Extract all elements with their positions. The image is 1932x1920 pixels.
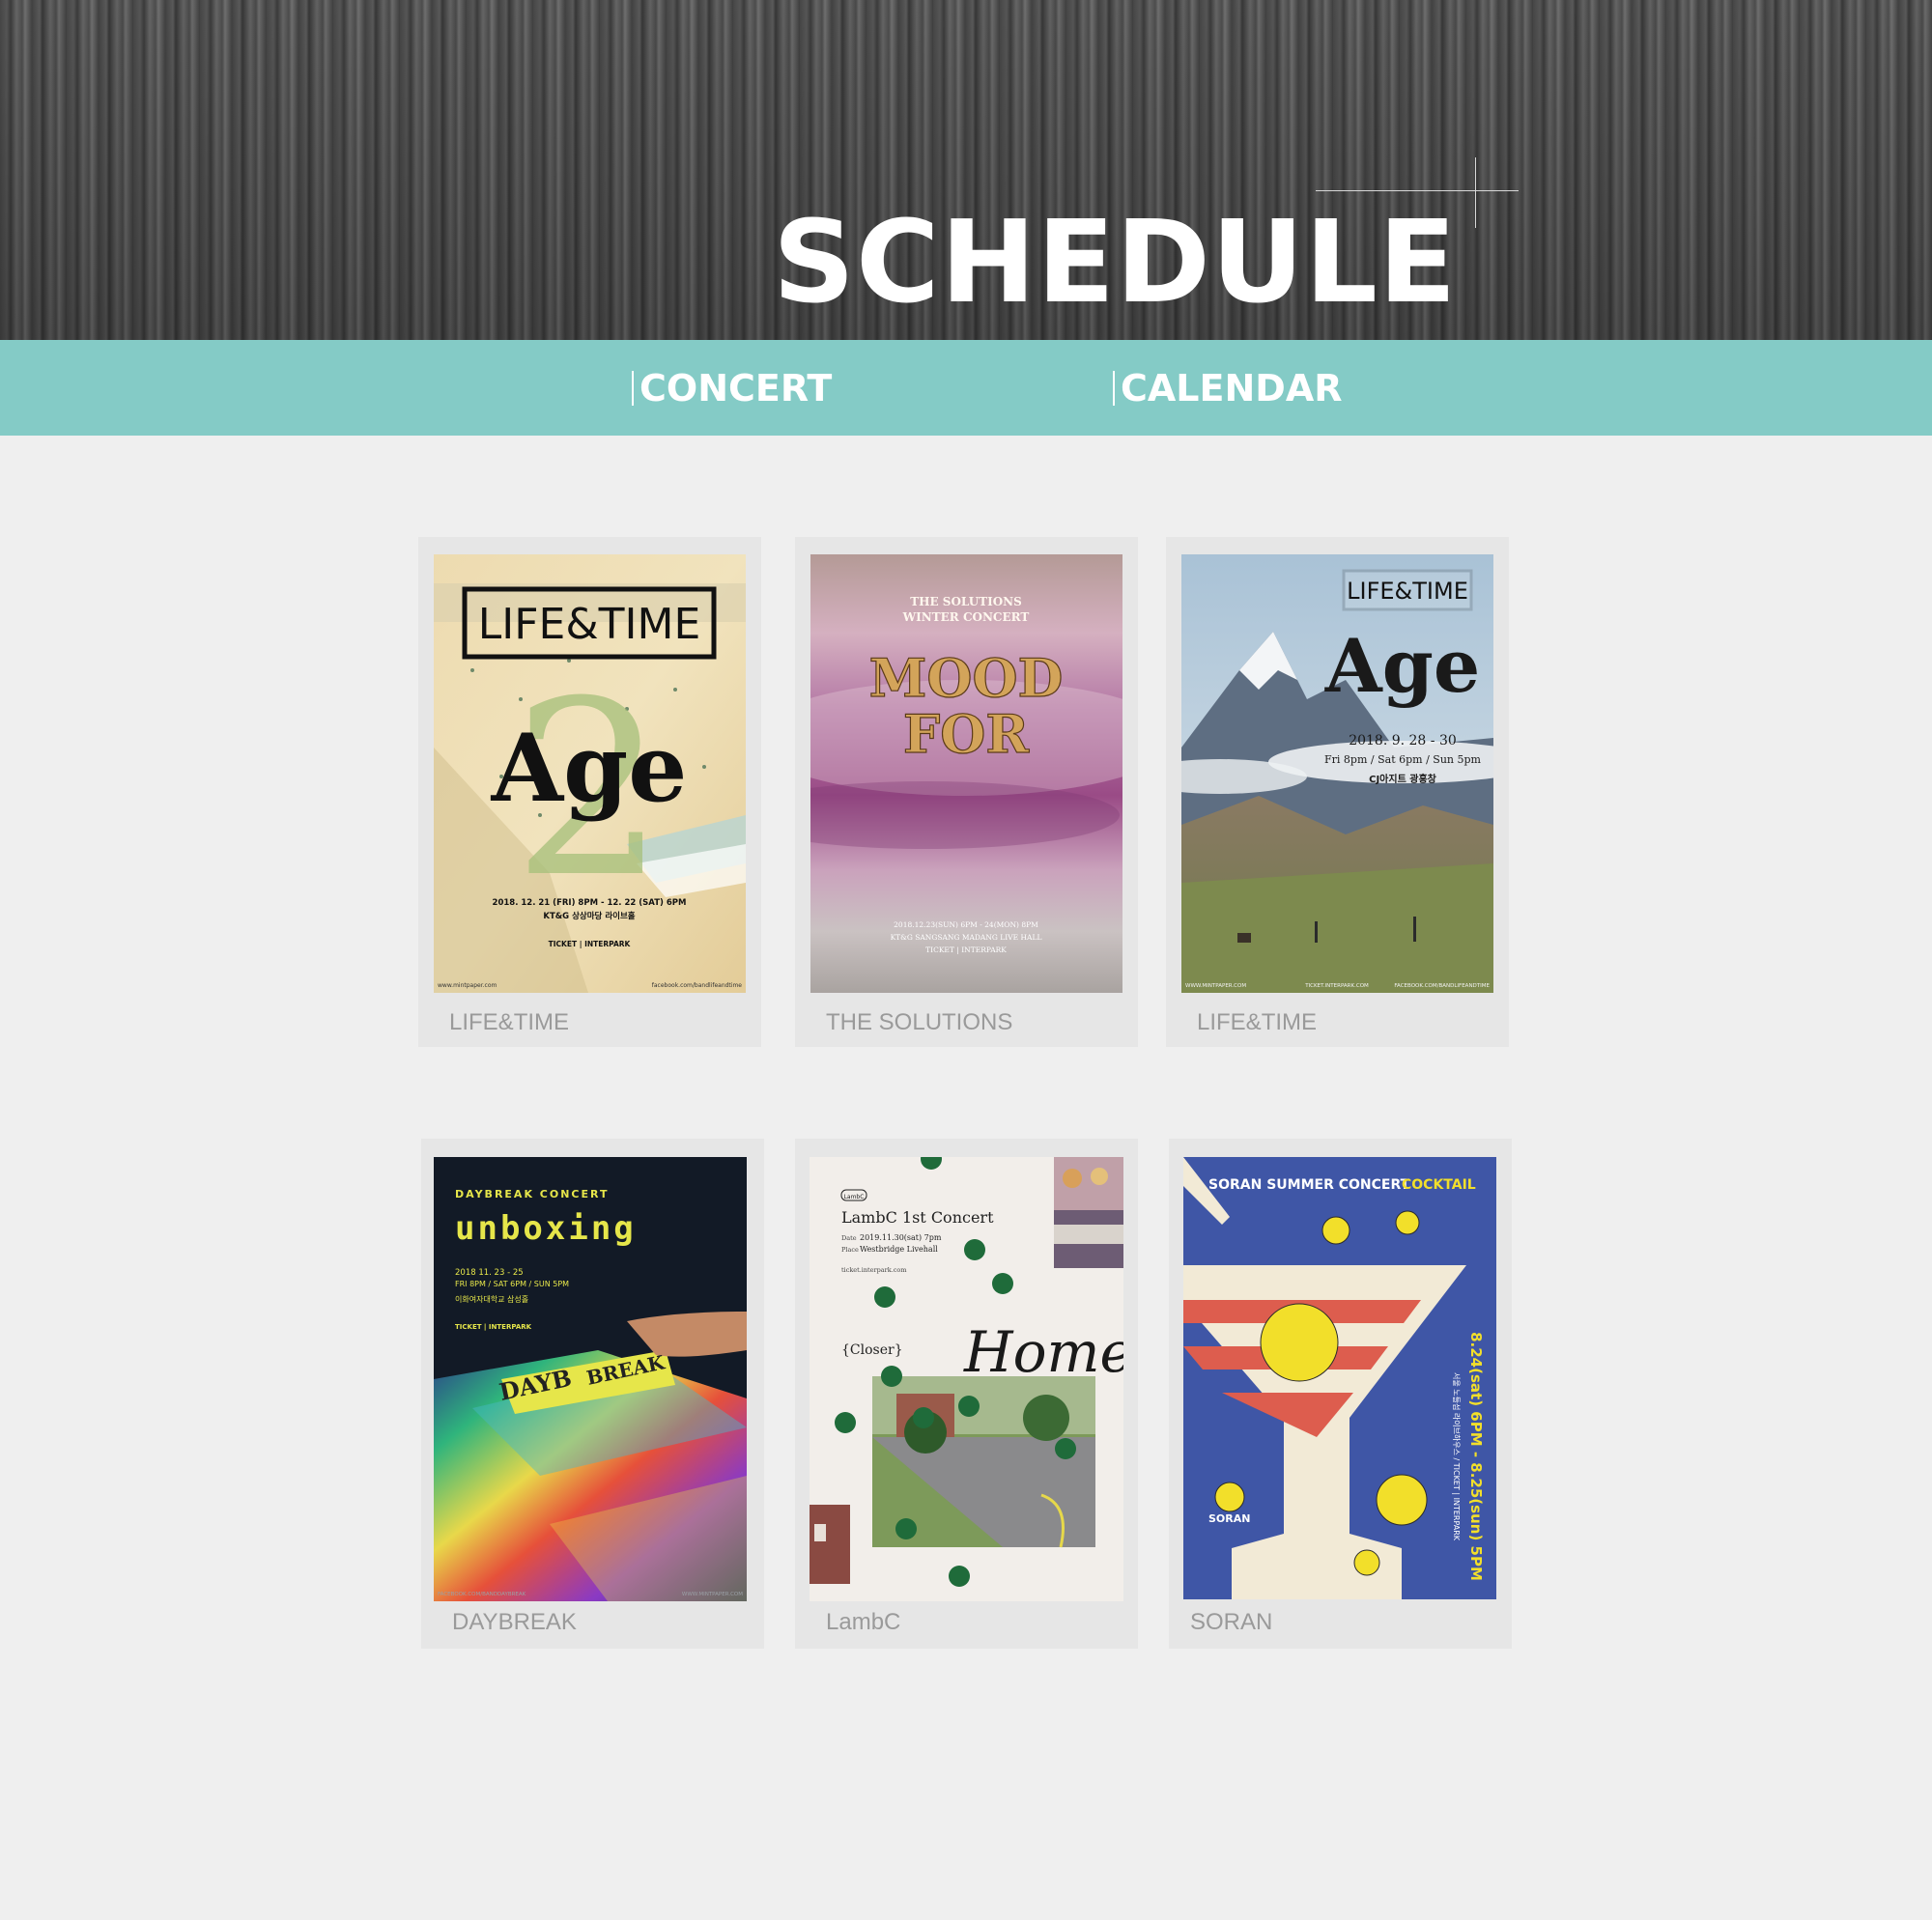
poster-footer-right: FACEBOOK.COM/BANDLIFEANDTIME <box>1394 983 1490 989</box>
poster-date: 2018 11. 23 - 25 <box>455 1268 524 1278</box>
concert-card-label: LambC <box>826 1609 901 1635</box>
poster-headline: FOR <box>903 703 1030 765</box>
poster-subtitle: THE SOLUTIONS <box>910 595 1022 608</box>
poster-badge: LambC <box>844 1194 865 1200</box>
poster-footer-right: WWW.MINTPAPER.COM <box>682 1592 743 1597</box>
poster-place-label: Place <box>841 1246 859 1254</box>
concert-card-lifetime-1[interactable]: 2 LIFE&TIME Age 2018. 12. 21 (FRI) 8PM -… <box>418 537 761 1047</box>
concert-card-label: LIFE&TIME <box>449 1009 570 1035</box>
decorative-line-vertical <box>1475 157 1476 228</box>
poster-venue: CJ아지트 광흥창 <box>1369 773 1437 785</box>
poster-place: Westbridge Livehall <box>860 1245 938 1254</box>
poster-url: ticket.interpark.com <box>841 1266 907 1274</box>
poster-subtitle: WINTER CONCERT <box>902 610 1030 624</box>
poster-ticket: TICKET | INTERPARK <box>925 946 1007 954</box>
poster-headline: MOOD <box>869 647 1064 709</box>
poster-ticket: TICKET | INTERPARK <box>455 1323 532 1332</box>
poster-headline: SORAN SUMMER CONCERT <box>1208 1177 1410 1193</box>
nav-item-calendar[interactable]: CALENDAR <box>1113 364 1342 412</box>
poster-footer-right: facebook.com/bandlifeandtime <box>652 982 743 989</box>
concert-card-lambc[interactable]: LambC LambC 1st Concert Date 2019.11.30(… <box>795 1139 1138 1649</box>
poster-headline: Age <box>491 714 688 823</box>
poster-logo: LIFE&TIME <box>1347 578 1468 605</box>
concert-card-the-solutions[interactable]: THE SOLUTIONS WINTER CONCERT MOOD FOR 20… <box>795 537 1138 1047</box>
poster-footer-mid: TICKET.INTERPARK.COM <box>1304 983 1369 989</box>
poster-logo: SORAN <box>1208 1512 1250 1525</box>
concert-card-label: SORAN <box>1190 1609 1273 1635</box>
concert-poster[interactable]: DAYBREAK CONCERT unboxing 2018 11. 23 - … <box>434 1157 747 1601</box>
poster-closer: {Closer} <box>841 1342 903 1358</box>
concert-card-label: DAYBREAK <box>452 1609 577 1635</box>
poster-date-label: Date <box>841 1234 857 1242</box>
poster-venue: 이화여자대학교 삼성홀 <box>455 1294 528 1304</box>
nav-item-label: CALENDAR <box>1121 367 1343 409</box>
nav-divider <box>1113 371 1115 406</box>
poster-date: 2019.11.30(sat) 7pm <box>860 1233 942 1242</box>
poster-times: FRI 8PM / SAT 6PM / SUN 5PM <box>455 1280 569 1288</box>
poster-date: 2018. 12. 21 (FRI) 8PM - 12. 22 (SAT) 6P… <box>493 898 687 908</box>
poster-ticket: TICKET | INTERPARK <box>549 940 632 949</box>
concert-card-soran[interactable]: SORAN SUMMER CONCERT COCKTAIL 8.24(sat) … <box>1169 1139 1512 1649</box>
poster-headline: Age <box>1324 623 1480 709</box>
decorative-line-horizontal <box>1316 190 1519 191</box>
poster-times: Fri 8pm / Sat 6pm / Sun 5pm <box>1324 753 1481 766</box>
poster-headline: LambC 1st Concert <box>841 1208 994 1227</box>
poster-subtitle: DAYBREAK CONCERT <box>455 1188 610 1200</box>
concert-poster[interactable]: LambC LambC 1st Concert Date 2019.11.30(… <box>810 1157 1123 1601</box>
concert-poster[interactable]: THE SOLUTIONS WINTER CONCERT MOOD FOR 20… <box>810 554 1122 993</box>
poster-footer-left: WWW.MINTPAPER.COM <box>1185 983 1246 989</box>
poster-headline-accent: COCKTAIL <box>1402 1177 1476 1193</box>
poster-venue: KT&G SANGSANG MADANG LIVE HALL <box>891 933 1042 942</box>
concert-card-label: LIFE&TIME <box>1197 1009 1318 1035</box>
poster-footer-left: www.mintpaper.com <box>438 982 497 989</box>
concert-poster[interactable]: LIFE&TIME Age 2018. 9. 28 - 30 Fri 8pm /… <box>1181 554 1493 993</box>
concert-card-label: THE SOLUTIONS <box>826 1009 1013 1035</box>
poster-venue: KT&G 상상마당 라이브홀 <box>543 911 635 921</box>
poster-venue: 서울 노들섬 라이브하우스 / TICKET | INTERPARK <box>1452 1372 1462 1541</box>
concert-poster[interactable]: 2 LIFE&TIME Age 2018. 12. 21 (FRI) 8PM -… <box>434 554 746 993</box>
poster-script: Home <box>963 1319 1123 1385</box>
concert-poster[interactable]: SORAN SUMMER CONCERT COCKTAIL 8.24(sat) … <box>1183 1157 1496 1599</box>
poster-date: 8.24(sat) 6PM - 8.25(sun) 5PM <box>1467 1332 1485 1581</box>
nav-bar: CONCERT CALENDAR <box>0 340 1932 436</box>
concert-card-daybreak[interactable]: DAYBREAK CONCERT unboxing 2018 11. 23 - … <box>421 1139 764 1649</box>
poster-logo: LIFE&TIME <box>478 600 701 649</box>
poster-date: 2018.12.23(SUN) 6PM - 24(MON) 8PM <box>894 920 1038 929</box>
page-title: SCHEDULE <box>773 195 1458 328</box>
nav-divider <box>632 371 634 406</box>
poster-headline: unboxing <box>455 1209 637 1248</box>
concert-card-lifetime-2[interactable]: LIFE&TIME Age 2018. 9. 28 - 30 Fri 8pm /… <box>1166 537 1509 1047</box>
poster-date: 2018. 9. 28 - 30 <box>1349 733 1457 748</box>
nav-item-label: CONCERT <box>639 367 833 409</box>
nav-item-concert[interactable]: CONCERT <box>632 364 832 412</box>
poster-footer-left: FACEBOOK.COM/BANDDAYBREAK <box>438 1592 526 1597</box>
